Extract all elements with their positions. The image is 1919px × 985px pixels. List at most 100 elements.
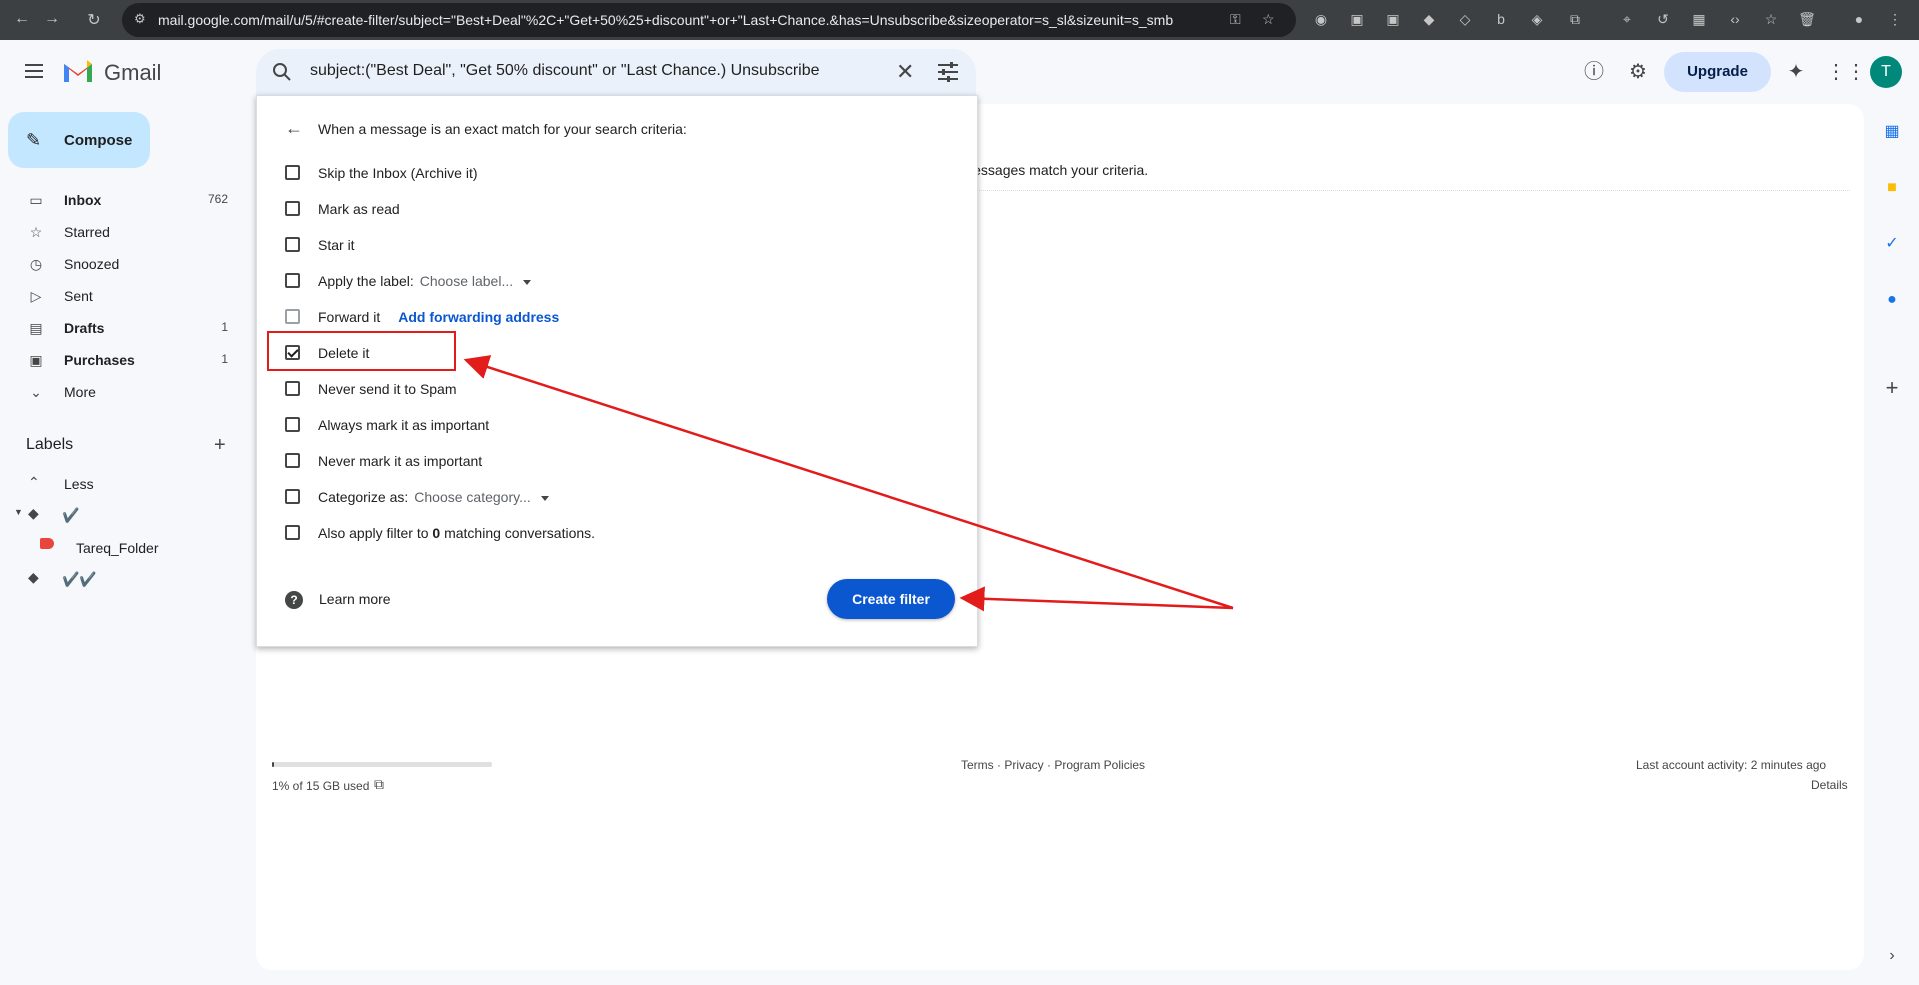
never-spam-checkbox[interactable] [285, 381, 300, 396]
option-apply-existing[interactable]: Also apply filter to 0 matching conversa… [257, 517, 957, 547]
add-label-icon[interactable]: + [214, 434, 226, 457]
sidebar-item-purchases[interactable]: ▣ Purchases 1 [0, 344, 240, 376]
option-label-suffix: matching conversations. [444, 525, 596, 541]
add-forwarding-link[interactable]: Add forwarding address [398, 309, 559, 325]
choose-label-select[interactable]: Choose label... [420, 273, 531, 289]
forward-icon[interactable]: → [42, 10, 62, 28]
option-skip-inbox[interactable]: Skip the Inbox (Archive it) [257, 157, 957, 187]
sidebar-item-less[interactable]: Less [64, 476, 94, 492]
bing-extension-icon[interactable]: b [1491, 9, 1511, 29]
help-icon[interactable]: ⓘ [1582, 60, 1606, 84]
search-options-icon[interactable] [936, 61, 960, 83]
sidebar-item-sent[interactable]: ▷ Sent [0, 280, 240, 312]
create-filter-panel: ← When a message is an exact match for y… [256, 95, 978, 647]
always-important-checkbox[interactable] [285, 417, 300, 432]
search-icon[interactable] [270, 60, 294, 84]
bookmark-star-icon[interactable]: ☆ [1262, 11, 1275, 28]
keep-icon[interactable]: ■ [1880, 176, 1904, 200]
option-always-important[interactable]: Always mark it as important [257, 409, 957, 439]
label-checkmark[interactable]: ✔️ [62, 507, 79, 524]
clear-search-icon[interactable]: ✕ [896, 59, 914, 85]
forward-checkbox[interactable] [285, 309, 300, 324]
reload-icon[interactable]: ↻ [84, 10, 104, 30]
puzzle-icon[interactable]: ⧉ [1565, 9, 1585, 29]
app-name: Gmail [104, 60, 162, 85]
storage-bar [272, 762, 492, 767]
choose-category-select[interactable]: Choose category... [414, 489, 548, 505]
sidebar-item-more[interactable]: ⌄ More [0, 376, 240, 408]
option-never-important[interactable]: Never mark it as important [257, 445, 957, 475]
sidebar-item-drafts[interactable]: ▤ Drafts 1 [0, 312, 240, 344]
option-apply-label[interactable]: Apply the label: Choose label... [257, 265, 957, 295]
back-icon[interactable]: ← [12, 10, 32, 28]
create-filter-button[interactable]: Create filter [827, 579, 955, 619]
option-star[interactable]: Star it [257, 229, 957, 259]
apply-existing-checkbox[interactable] [285, 525, 300, 540]
camera-extension-icon[interactable]: ◉ [1311, 9, 1331, 29]
label-tareq-folder[interactable]: Tareq_Folder [76, 540, 159, 556]
account-avatar[interactable]: T [1870, 56, 1902, 88]
tasks-icon[interactable]: ✓ [1880, 232, 1904, 256]
settings-gear-icon[interactable]: ⚙ [1626, 60, 1650, 84]
search-input[interactable]: subject:("Best Deal", "Get 50% discount"… [310, 62, 820, 80]
sidebar-item-inbox[interactable]: ▭ Inbox 762 [0, 184, 240, 216]
unread-count: 1 [221, 320, 228, 334]
star-checkbox[interactable] [285, 237, 300, 252]
chevron-down-icon: ⌄ [30, 384, 42, 400]
get-addons-icon[interactable]: + [1880, 376, 1904, 400]
extension-icon[interactable]: ▣ [1347, 9, 1367, 29]
star-icon: ☆ [29, 224, 43, 240]
expand-arrow-icon[interactable]: ▼ [14, 507, 23, 517]
option-categorize[interactable]: Categorize as: Choose category... [257, 481, 957, 511]
location-icon[interactable]: ⌖ [1617, 9, 1637, 29]
history-icon[interactable]: ↺ [1653, 9, 1673, 29]
filter-heading: When a message is an exact match for you… [318, 121, 687, 137]
label-double-check[interactable]: ✔️✔️ [62, 571, 97, 588]
categorize-checkbox[interactable] [285, 489, 300, 504]
gemini-sparkle-icon[interactable]: ✦ [1784, 60, 1808, 84]
extension-icon[interactable]: ▣ [1383, 9, 1403, 29]
expand-panel-icon[interactable]: › [1880, 944, 1904, 968]
open-external-icon[interactable]: ⧉ [374, 776, 384, 793]
extension-icon[interactable]: ◈ [1527, 9, 1547, 29]
label-color-icon [40, 538, 54, 549]
contacts-icon[interactable]: ● [1880, 288, 1904, 312]
footer-links[interactable]: Terms · Privacy · Program Policies [961, 758, 1145, 772]
code-icon[interactable]: ‹› [1725, 9, 1745, 29]
inbox-icon: ▭ [29, 192, 43, 208]
extension-icon[interactable]: ◆ [1419, 9, 1439, 29]
skip-inbox-checkbox[interactable] [285, 165, 300, 180]
site-info-icon[interactable]: ⚙ [134, 11, 146, 27]
star-outline-icon[interactable]: ☆ [1761, 9, 1781, 29]
upgrade-button[interactable]: Upgrade [1664, 52, 1771, 92]
details-link[interactable]: Details [1811, 778, 1848, 792]
address-bar[interactable]: ⚙ mail.google.com/mail/u/5/#create-filte… [122, 3, 1296, 37]
storage-text[interactable]: 1% of 15 GB used [272, 779, 369, 793]
learn-more-row[interactable]: ? Learn more [285, 591, 391, 609]
kebab-menu-icon[interactable]: ⋮ [1885, 9, 1905, 29]
trash-icon[interactable]: 🗑 [1797, 9, 1817, 29]
search-bar[interactable]: subject:("Best Deal", "Get 50% discount"… [256, 49, 976, 95]
key-icon[interactable]: ⚿ [1230, 11, 1241, 28]
apply-label-checkbox[interactable] [285, 273, 300, 288]
mark-read-checkbox[interactable] [285, 201, 300, 216]
calendar-icon[interactable]: ▦ [1880, 120, 1904, 144]
option-label-row: Apply the label: Choose label... [318, 273, 531, 289]
option-never-spam[interactable]: Never send it to Spam [257, 373, 957, 403]
chevron-up-icon[interactable]: ⌃ [28, 474, 40, 491]
never-important-checkbox[interactable] [285, 453, 300, 468]
unread-count: 1 [221, 352, 228, 366]
learn-more-link[interactable]: Learn more [319, 591, 391, 607]
main-menu-icon[interactable] [22, 60, 46, 84]
sidebar-item-starred[interactable]: ☆ Starred [0, 216, 240, 248]
option-mark-read[interactable]: Mark as read [257, 193, 957, 223]
layout-icon[interactable]: ▦ [1689, 9, 1709, 29]
apps-grid-icon[interactable]: ⋮⋮ [1826, 60, 1866, 84]
extension-icon[interactable]: ◇ [1455, 9, 1475, 29]
profile-icon[interactable]: ● [1849, 9, 1869, 29]
option-forward[interactable]: Forward it Add forwarding address [257, 301, 957, 331]
option-label: Never mark it as important [318, 453, 483, 469]
compose-button[interactable]: ✎ Compose [8, 112, 150, 168]
sidebar-item-snoozed[interactable]: ◷ Snoozed [0, 248, 240, 280]
back-arrow-icon[interactable]: ← [285, 118, 303, 139]
